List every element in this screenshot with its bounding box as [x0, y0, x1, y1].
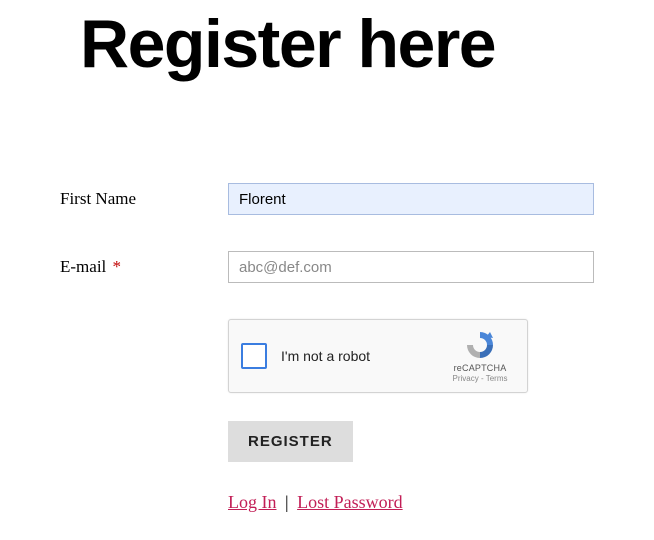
required-asterisk: *	[113, 257, 122, 276]
email-field-wrap	[228, 251, 594, 283]
recaptcha-branding: reCAPTCHA Privacy - Terms	[445, 329, 515, 383]
recaptcha-checkbox[interactable]	[241, 343, 267, 369]
email-input[interactable]	[228, 251, 594, 283]
recaptcha-terms-text: Privacy - Terms	[453, 374, 508, 383]
register-form: First Name E-mail * I'm not a robot	[0, 183, 654, 513]
first-name-input[interactable]	[228, 183, 594, 215]
lost-password-link[interactable]: Lost Password	[297, 492, 403, 512]
captcha-row: I'm not a robot reCAPTCHA Privacy - Term…	[60, 319, 594, 393]
captcha-spacer	[60, 319, 228, 325]
register-button[interactable]: REGISTER	[228, 421, 353, 462]
first-name-label: First Name	[60, 183, 228, 209]
login-link[interactable]: Log In	[228, 492, 277, 512]
aux-links: Log In | Lost Password	[228, 492, 594, 513]
email-label-text: E-mail	[60, 257, 106, 276]
recaptcha-icon	[464, 329, 496, 361]
links-separator: |	[285, 492, 289, 512]
recaptcha-brand-text: reCAPTCHA	[454, 363, 507, 373]
first-name-field-wrap	[228, 183, 594, 215]
recaptcha-label: I'm not a robot	[281, 348, 445, 364]
action-row: REGISTER	[228, 421, 594, 462]
page-title: Register here	[80, 0, 654, 78]
first-name-row: First Name	[60, 183, 594, 215]
recaptcha-widget: I'm not a robot reCAPTCHA Privacy - Term…	[228, 319, 528, 393]
email-label: E-mail *	[60, 251, 228, 277]
email-row: E-mail *	[60, 251, 594, 283]
